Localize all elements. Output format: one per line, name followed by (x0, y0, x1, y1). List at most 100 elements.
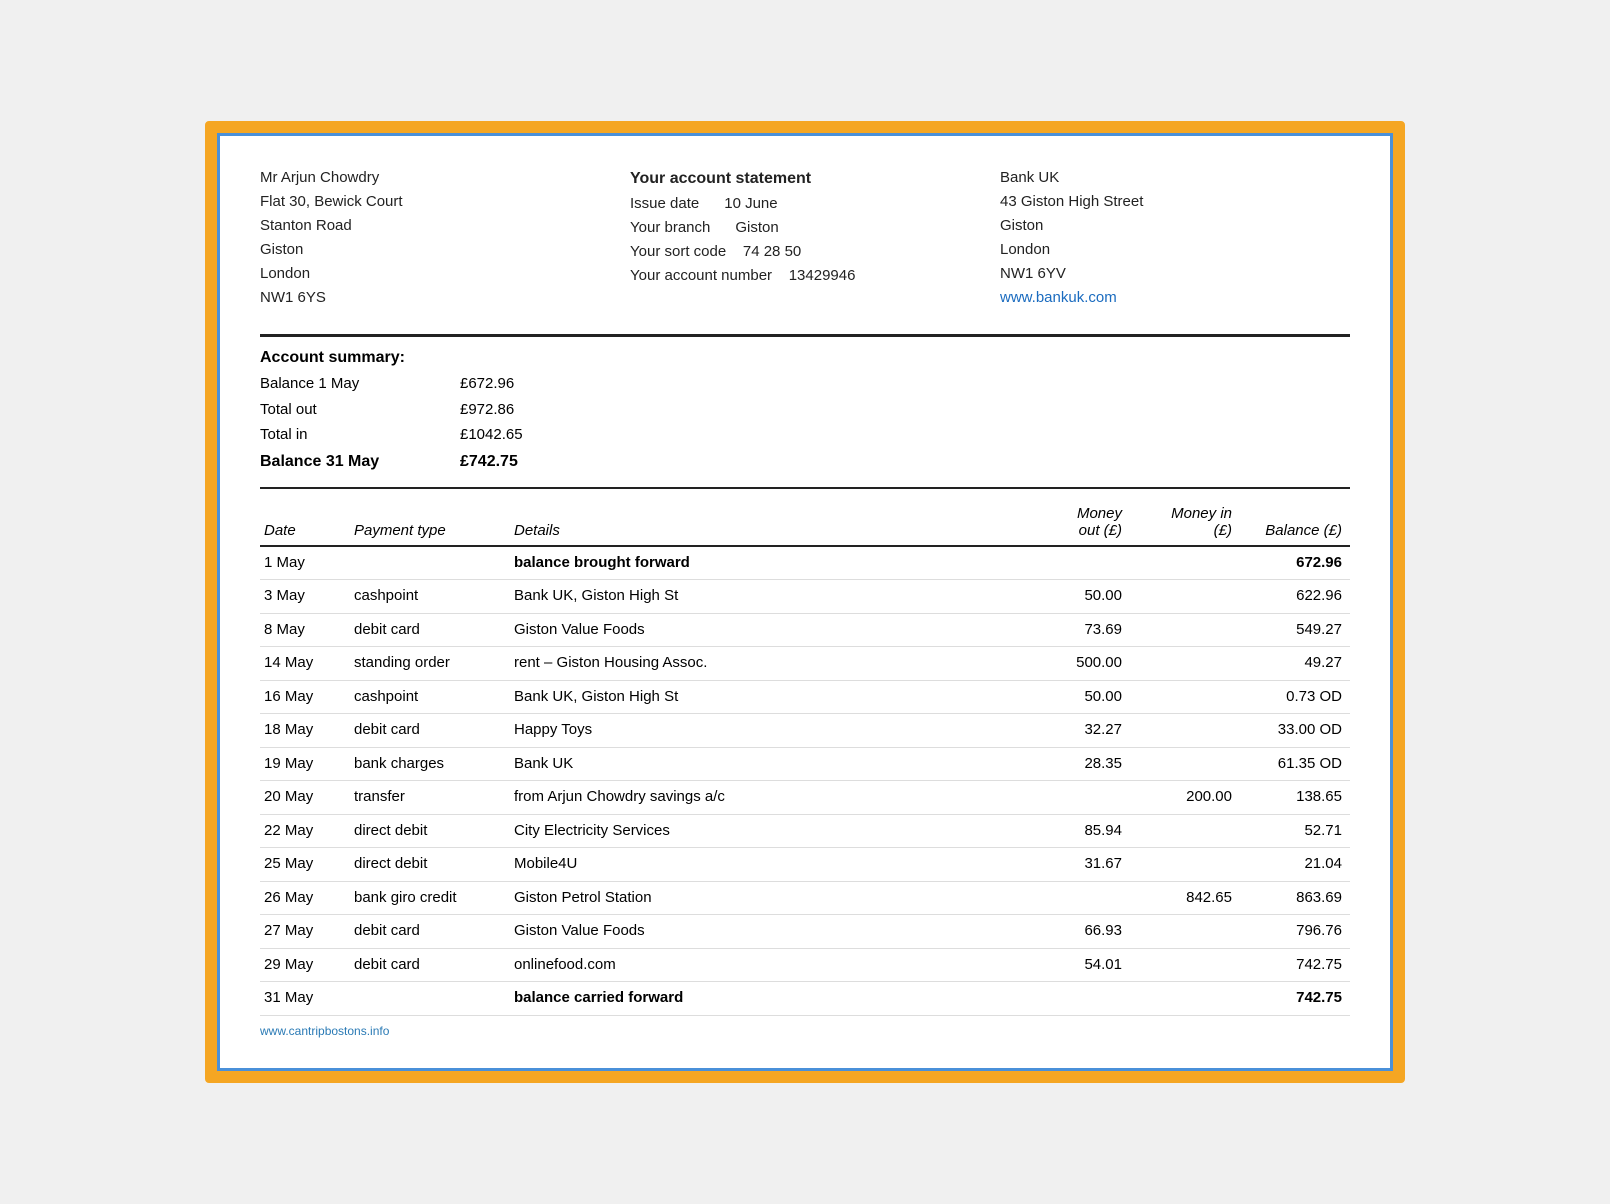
summary-label: Total in (260, 422, 460, 448)
cell-details: Bank UK, Giston High St (510, 580, 1020, 614)
cell-balance: 61.35 OD (1240, 747, 1350, 781)
sort-value: 74 28 50 (743, 243, 801, 260)
cell-out (1020, 781, 1130, 815)
cell-out: 54.01 (1020, 948, 1130, 982)
issue-value: 10 June (724, 195, 777, 212)
cell-date: 27 May (260, 915, 350, 949)
customer-address4: London (260, 262, 610, 286)
cell-date: 1 May (260, 546, 350, 580)
customer-address5: NW1 6YS (260, 286, 610, 310)
cell-type: debit card (350, 915, 510, 949)
cell-balance: 138.65 (1240, 781, 1350, 815)
cell-type: direct debit (350, 848, 510, 882)
summary-row: Balance 1 May£672.96 (260, 371, 1350, 397)
customer-name: Mr Arjun Chowdry (260, 166, 610, 190)
cell-type: direct debit (350, 814, 510, 848)
cell-type: bank giro credit (350, 881, 510, 915)
cell-type: debit card (350, 714, 510, 748)
cell-details: Mobile4U (510, 848, 1020, 882)
cell-balance: 21.04 (1240, 848, 1350, 882)
table-row: 25 May direct debit Mobile4U 31.67 21.04 (260, 848, 1350, 882)
account-label: Your account number (630, 267, 772, 284)
cell-type (350, 982, 510, 1016)
cell-balance: 863.69 (1240, 881, 1350, 915)
cell-date: 16 May (260, 680, 350, 714)
cell-out: 500.00 (1020, 647, 1130, 681)
cell-in (1130, 546, 1240, 580)
table-row: 14 May standing order rent – Giston Hous… (260, 647, 1350, 681)
summary-row: Total in£1042.65 (260, 422, 1350, 448)
bank-website[interactable]: www.bankuk.com (1000, 286, 1350, 310)
summary-row: Balance 31 May£742.75 (260, 448, 1350, 475)
cell-type: standing order (350, 647, 510, 681)
cell-out: 73.69 (1020, 613, 1130, 647)
cell-date: 18 May (260, 714, 350, 748)
cell-type (350, 546, 510, 580)
cell-date: 31 May (260, 982, 350, 1016)
footer-url: www.cantripbostons.info (260, 1024, 1350, 1038)
table-header-row: Date Payment type Details Moneyout (£) M… (260, 499, 1350, 546)
cell-date: 26 May (260, 881, 350, 915)
summary-divider (260, 487, 1350, 489)
sort-label: Your sort code (630, 243, 726, 260)
table-row: 26 May bank giro credit Giston Petrol St… (260, 881, 1350, 915)
cell-details: balance brought forward (510, 546, 1020, 580)
summary-value: £672.96 (460, 371, 560, 397)
header-in: Money in(£) (1130, 499, 1240, 546)
header-section: Mr Arjun Chowdry Flat 30, Bewick Court S… (260, 166, 1350, 310)
bank-address4: NW1 6YV (1000, 262, 1350, 286)
cell-date: 22 May (260, 814, 350, 848)
table-row: 20 May transfer from Arjun Chowdry savin… (260, 781, 1350, 815)
cell-in (1130, 747, 1240, 781)
cell-out (1020, 546, 1130, 580)
summary-value: £1042.65 (460, 422, 560, 448)
table-row: 18 May debit card Happy Toys 32.27 33.00… (260, 714, 1350, 748)
cell-type: debit card (350, 613, 510, 647)
issue-date-row: Issue date 10 June (630, 192, 980, 216)
bank-address3: London (1000, 238, 1350, 262)
cell-balance: 742.75 (1240, 948, 1350, 982)
cell-details: City Electricity Services (510, 814, 1020, 848)
cell-date: 3 May (260, 580, 350, 614)
cell-type: transfer (350, 781, 510, 815)
cell-type: cashpoint (350, 580, 510, 614)
cell-balance: 796.76 (1240, 915, 1350, 949)
table-row: 29 May debit card onlinefood.com 54.01 7… (260, 948, 1350, 982)
cell-balance: 33.00 OD (1240, 714, 1350, 748)
cell-in (1130, 613, 1240, 647)
cell-balance: 742.75 (1240, 982, 1350, 1016)
cell-date: 14 May (260, 647, 350, 681)
cell-details: Giston Value Foods (510, 915, 1020, 949)
cell-balance: 0.73 OD (1240, 680, 1350, 714)
header-details: Details (510, 499, 1020, 546)
bank-address1: 43 Giston High Street (1000, 190, 1350, 214)
cell-type: bank charges (350, 747, 510, 781)
header-balance: Balance (£) (1240, 499, 1350, 546)
cell-details: from Arjun Chowdry savings a/c (510, 781, 1020, 815)
cell-type: debit card (350, 948, 510, 982)
branch-label: Your branch (630, 219, 710, 236)
cell-in (1130, 647, 1240, 681)
table-row: 3 May cashpoint Bank UK, Giston High St … (260, 580, 1350, 614)
cell-balance: 549.27 (1240, 613, 1350, 647)
cell-in (1130, 915, 1240, 949)
cell-date: 29 May (260, 948, 350, 982)
cell-type: cashpoint (350, 680, 510, 714)
cell-in: 200.00 (1130, 781, 1240, 815)
cell-details: onlinefood.com (510, 948, 1020, 982)
inner-border: Mr Arjun Chowdry Flat 30, Bewick Court S… (217, 133, 1393, 1071)
summary-title: Account summary: (260, 349, 1350, 367)
cell-out: 85.94 (1020, 814, 1130, 848)
cell-out: 32.27 (1020, 714, 1130, 748)
table-row: 27 May debit card Giston Value Foods 66.… (260, 915, 1350, 949)
account-row: Your account number 13429946 (630, 264, 980, 288)
cell-date: 19 May (260, 747, 350, 781)
cell-details: Bank UK, Giston High St (510, 680, 1020, 714)
sort-row: Your sort code 74 28 50 (630, 240, 980, 264)
cell-out: 50.00 (1020, 580, 1130, 614)
cell-balance: 49.27 (1240, 647, 1350, 681)
cell-date: 20 May (260, 781, 350, 815)
outer-border: Mr Arjun Chowdry Flat 30, Bewick Court S… (205, 121, 1405, 1083)
cell-in (1130, 580, 1240, 614)
cell-out (1020, 982, 1130, 1016)
